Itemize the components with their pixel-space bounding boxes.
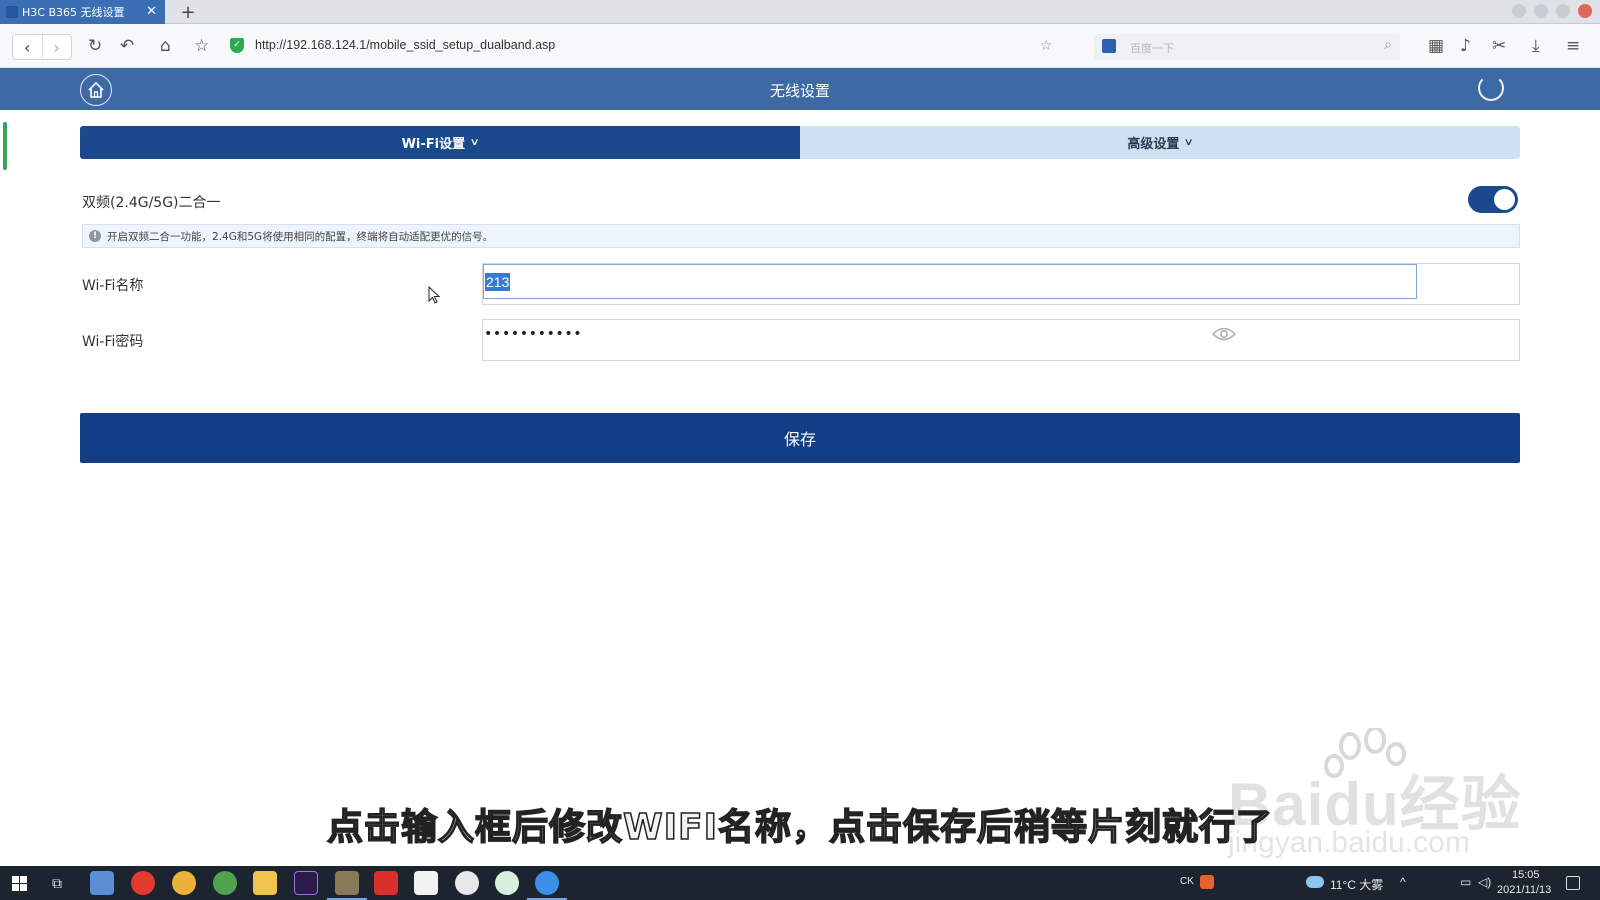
ssid-input-value: 213 bbox=[485, 272, 511, 291]
chevron-down-icon: ∨ bbox=[1183, 137, 1195, 148]
undo-close-icon[interactable]: ↶ bbox=[120, 36, 134, 56]
search-box[interactable]: 百度一下 ⌕ bbox=[1094, 34, 1400, 60]
settings-tabs: Wi-Fi设置 ∨ 高级设置 ∨ bbox=[80, 126, 1520, 159]
address-bar[interactable]: http://192.168.124.1/mobile_ssid_setup_d… bbox=[255, 38, 555, 52]
tab-wifi-settings-label: Wi-Fi设置 bbox=[401, 137, 466, 152]
browser-tab-bar: H3C B365 无线设置 ✕ + bbox=[0, 0, 1600, 24]
browser-tab[interactable]: H3C B365 无线设置 ✕ bbox=[0, 0, 165, 24]
sound-icon[interactable]: ♪ bbox=[1460, 36, 1471, 56]
close-window-icon[interactable] bbox=[1578, 4, 1592, 18]
clock-date[interactable]: 2021/11/13 bbox=[1497, 884, 1551, 896]
volume-icon[interactable]: ◁) bbox=[1478, 875, 1491, 889]
notification-icon[interactable] bbox=[1566, 876, 1580, 890]
taskbar-app-a-icon[interactable] bbox=[455, 871, 479, 895]
taskbar-app-browser-icon[interactable] bbox=[527, 871, 567, 900]
ime-indicator[interactable]: CK bbox=[1180, 876, 1194, 887]
save-button[interactable]: 保存 bbox=[80, 413, 1520, 463]
eye-icon[interactable] bbox=[1212, 326, 1236, 342]
browser-tab-title: H3C B365 无线设置 bbox=[22, 6, 125, 19]
dualband-toggle[interactable] bbox=[1468, 186, 1518, 213]
dualband-info-text: 开启双频二合一功能，2.4G和5G将使用相同的配置，终端将自动适配更优的信号。 bbox=[107, 230, 494, 243]
favicon-icon bbox=[6, 6, 18, 18]
taskbar: ⧉ CK 11°C 大雾 ^ ▭ ◁) 15:05 2021/11/13 bbox=[0, 866, 1600, 900]
taskbar-app-editor-icon[interactable] bbox=[327, 871, 367, 900]
taskbar-app-chrome-icon[interactable] bbox=[172, 871, 196, 895]
mouse-cursor-icon bbox=[428, 286, 440, 304]
tab-wifi-settings[interactable]: Wi-Fi设置 ∨ bbox=[80, 126, 800, 159]
new-tab-button[interactable]: + bbox=[172, 0, 204, 24]
network-icon[interactable]: ▭ bbox=[1460, 875, 1471, 889]
apps-icon[interactable]: ▦ bbox=[1428, 36, 1444, 56]
password-input-value: ••••••••••• bbox=[484, 326, 583, 342]
bookmark-star-icon[interactable]: ☆ bbox=[194, 36, 209, 56]
secure-shield-icon: ✓ bbox=[230, 38, 244, 53]
taskbar-app-notepad-icon[interactable] bbox=[90, 871, 114, 895]
restore-icon[interactable] bbox=[1556, 4, 1570, 18]
scrollbar-thumb[interactable] bbox=[3, 122, 7, 170]
window-controls bbox=[1512, 4, 1592, 18]
video-subtitle: 点击输入框后修改WIFI名称，点击保存后稍等片刻就行了 bbox=[326, 806, 1274, 849]
search-icon[interactable]: ⌕ bbox=[1384, 37, 1392, 53]
task-view-icon[interactable]: ⧉ bbox=[52, 875, 62, 892]
ssid-label: Wi-Fi名称 bbox=[82, 278, 144, 294]
sogou-ime-icon[interactable] bbox=[1200, 875, 1214, 889]
menu-icon[interactable]: ≡ bbox=[1566, 36, 1580, 56]
tab-advanced-settings[interactable]: 高级设置 ∨ bbox=[800, 126, 1520, 159]
search-engine-icon[interactable] bbox=[1102, 39, 1116, 53]
download-icon[interactable]: ⤓ bbox=[1532, 36, 1540, 56]
password-input[interactable] bbox=[482, 319, 1520, 361]
toggle-knob bbox=[1494, 189, 1515, 210]
taskbar-app-explorer-icon[interactable] bbox=[253, 871, 277, 895]
back-icon[interactable]: ‹ bbox=[13, 35, 42, 59]
forward-icon[interactable]: › bbox=[41, 35, 72, 59]
taskbar-app-clock-icon[interactable] bbox=[495, 871, 519, 895]
reload-icon[interactable]: ↻ bbox=[88, 36, 102, 56]
tray-expand-icon[interactable]: ^ bbox=[1400, 875, 1406, 889]
ssid-input[interactable]: 213 bbox=[483, 264, 1417, 299]
taskbar-app-wps-icon[interactable] bbox=[374, 871, 398, 895]
screenshot-icon[interactable]: ✂ bbox=[1492, 36, 1506, 56]
password-label: Wi-Fi密码 bbox=[82, 334, 144, 350]
nav-buttons: ‹ › bbox=[12, 34, 72, 60]
favorite-star-icon[interactable]: ☆ bbox=[1040, 36, 1053, 56]
taskbar-app-premiere-icon[interactable] bbox=[294, 871, 318, 895]
dualband-label: 双频(2.4G/5G)二合一 bbox=[82, 195, 221, 211]
weather-text[interactable]: 11°C 大雾 bbox=[1330, 876, 1383, 893]
info-icon: ! bbox=[89, 230, 101, 242]
taskbar-app-office-icon[interactable] bbox=[414, 871, 438, 895]
tab-advanced-settings-label: 高级设置 bbox=[1127, 137, 1180, 152]
skin-icon[interactable] bbox=[1512, 4, 1526, 18]
close-tab-icon[interactable]: ✕ bbox=[146, 4, 157, 19]
home-toolbar-icon[interactable]: ⌂ bbox=[160, 36, 171, 56]
taskbar-app-chrome-2-icon[interactable] bbox=[213, 871, 237, 895]
minimize-icon[interactable] bbox=[1534, 4, 1548, 18]
page-title: 无线设置 bbox=[769, 82, 830, 100]
taskbar-app-netease-music-icon[interactable] bbox=[131, 871, 155, 895]
refresh-icon[interactable] bbox=[1478, 75, 1504, 101]
windows-start-icon[interactable] bbox=[12, 876, 27, 891]
cloud-icon bbox=[1306, 876, 1324, 888]
clock-time[interactable]: 15:05 bbox=[1512, 869, 1540, 881]
browser-toolbar: ‹ › ↻ ↶ ⌂ ☆ ✓ http://192.168.124.1/mobil… bbox=[0, 24, 1600, 68]
dualband-info: ! 开启双频二合一功能，2.4G和5G将使用相同的配置，终端将自动适配更优的信号… bbox=[82, 224, 1520, 248]
chevron-down-icon: ∨ bbox=[469, 137, 480, 148]
search-placeholder: 百度一下 bbox=[1130, 42, 1174, 55]
